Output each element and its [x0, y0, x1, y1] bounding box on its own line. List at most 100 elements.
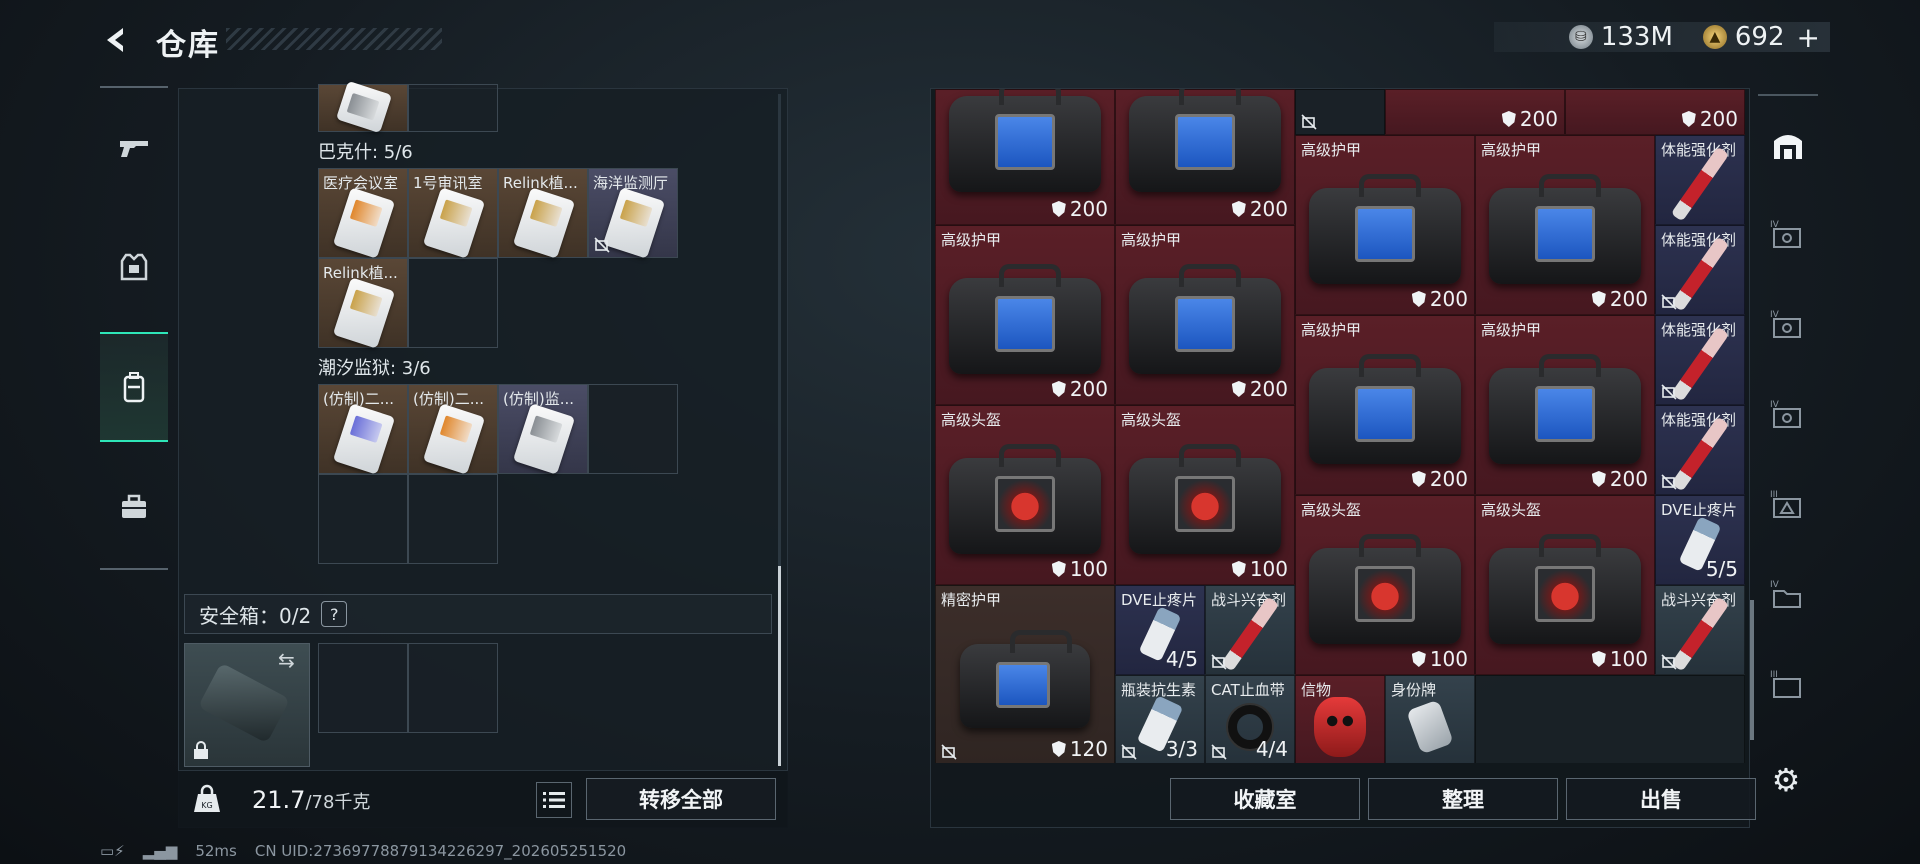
item-slot-stim[interactable]: 体能强化剂 [1655, 315, 1745, 405]
keycard-slot[interactable]: (仿制)二... [408, 384, 498, 475]
folder-icon: IV [1770, 580, 1801, 608]
item-slot-stim[interactable]: 体能强化剂 [1655, 405, 1745, 495]
list-view-button[interactable] [536, 782, 572, 818]
keycard-slot[interactable]: 1号审讯室 [408, 168, 498, 259]
nav-containers[interactable] [100, 332, 168, 442]
battery-icon: ▭⚡ [100, 842, 125, 860]
status-bar: ▭⚡ ▂▄▆ 52ms CN UID:2736977887913422629​7… [100, 842, 626, 860]
gun-icon [120, 141, 148, 157]
weight-icon: KG [194, 784, 220, 812]
empty-slot [318, 474, 408, 564]
item-slot-token[interactable]: 信物 [1295, 675, 1385, 763]
keycard-icon [422, 187, 486, 259]
keycard-slot[interactable]: (仿制)二... [318, 384, 408, 475]
item-slot-armor[interactable]: 高级护甲 200 [1475, 315, 1655, 495]
item-slot-armor[interactable]: 高级护甲 200 [935, 225, 1115, 405]
item-slot-armor[interactable]: 精密护甲 120 [935, 585, 1115, 763]
keycard-slot[interactable]: (仿制)监... [498, 384, 588, 475]
item-slot-armor[interactable]: 高级护甲 200 [1295, 315, 1475, 495]
swap-icon[interactable]: ⇆ [278, 648, 295, 672]
tab-storage-iv-1[interactable]: IV [1758, 190, 1818, 280]
item-slot-helmet[interactable]: 高级头盔 100 [1295, 495, 1475, 675]
keycard-slot[interactable]: 海洋监测厅 [588, 168, 678, 259]
item-slot-dogtag[interactable]: 身份牌 [1385, 675, 1475, 763]
no-trade-icon [1661, 474, 1677, 490]
tab-storage-iii[interactable]: III [1758, 460, 1818, 550]
no-trade-icon [1661, 384, 1677, 400]
nav-items[interactable] [100, 452, 168, 562]
back-button[interactable] [96, 20, 136, 60]
item-slot-armor[interactable]: 高级护甲 200 [1475, 135, 1655, 315]
item-slot-helmet[interactable]: 高级头盔 100 [1115, 405, 1295, 585]
nav-equipment[interactable] [100, 212, 168, 322]
armor-icon [1309, 353, 1461, 464]
armor-icon [1309, 173, 1461, 284]
keycard-slot[interactable]: 医疗会议室 [318, 168, 408, 259]
item-slot-helmet[interactable]: 高级头盔 100 [1475, 495, 1655, 675]
settings-gear-icon[interactable]: ⚙ [1768, 761, 1804, 799]
durability-icon [1411, 651, 1426, 667]
tab-storage-iv-2[interactable]: IV [1758, 280, 1818, 370]
sell-button[interactable]: 出售 [1566, 778, 1756, 820]
item-slot-helmet[interactable]: 高级头盔 100 [935, 405, 1115, 585]
left-scrollbar-thumb[interactable] [778, 566, 781, 766]
durability-icon [1231, 201, 1246, 217]
item-slot-stim[interactable]: 体能强化剂 [1655, 225, 1745, 315]
tab-storage-iii-2[interactable]: III [1758, 640, 1818, 730]
storage-box-icon: IV [1770, 400, 1801, 428]
right-scrollbar[interactable] [1750, 600, 1754, 740]
item-slot-tourniquet[interactable]: CAT止血带 4/4 [1205, 675, 1295, 763]
vest-icon [120, 253, 148, 281]
item-slot-armor[interactable]: 高级护甲 200 [1115, 225, 1295, 405]
keycard-slot[interactable]: Relink植... [498, 168, 588, 259]
empty-slot [408, 258, 498, 348]
tab-warehouse-main[interactable] [1758, 100, 1818, 190]
armor-icon [949, 263, 1101, 374]
add-currency-button[interactable]: + [1797, 21, 1820, 54]
item-slot-armor[interactable]: 200 [1115, 89, 1295, 225]
keycard-slot[interactable] [318, 80, 408, 134]
item-slot-stim[interactable]: 体能强化剂 [1655, 135, 1745, 225]
silver-amount: 133M [1600, 22, 1673, 52]
nav-weapons[interactable] [100, 92, 168, 202]
item-slot-stim[interactable]: 战斗兴奋剂 [1205, 585, 1295, 675]
no-trade-icon [594, 237, 610, 253]
no-trade-icon [1211, 654, 1227, 670]
durability-icon [1411, 291, 1426, 307]
silver-coin-icon: ⛁ [1568, 25, 1593, 49]
backpack-icon [123, 372, 145, 403]
armor-icon [1489, 173, 1641, 284]
transfer-all-button[interactable]: 转移全部 [586, 778, 776, 820]
weight-readout: 21.7/78千克 [252, 786, 371, 814]
safebox-label: 安全箱：0/2 [199, 603, 312, 628]
keycard-slot[interactable]: Relink植... [318, 258, 408, 349]
help-button[interactable]: ? [321, 601, 348, 627]
no-trade-icon [1661, 294, 1677, 310]
armor-icon [960, 629, 1090, 728]
signal-icon: ▂▄▆ [142, 842, 178, 860]
item-slot-armor[interactable]: 200 [935, 89, 1115, 225]
armor-icon [1489, 353, 1641, 464]
item-slot[interactable] [1295, 89, 1385, 135]
safebox-case-icon [197, 662, 291, 744]
sort-button[interactable]: 整理 [1368, 778, 1558, 820]
tab-storage-iv-4[interactable]: IV [1758, 550, 1818, 640]
uid-readout: CN UID:2736977887913422629​7_20260525152… [254, 842, 627, 860]
no-trade-icon [1121, 744, 1137, 760]
collection-room-button[interactable]: 收藏室 [1170, 778, 1360, 820]
item-slot-armor[interactable]: 高级护甲 200 [1295, 135, 1475, 315]
item-slot-antibiotic[interactable]: 瓶装抗生素 3/3 [1115, 675, 1205, 763]
keycard-icon [332, 277, 396, 349]
item-slot-stim[interactable]: 战斗兴奋剂 [1655, 585, 1745, 675]
tab-storage-iv-3[interactable]: IV [1758, 370, 1818, 460]
keycard-icon [422, 403, 486, 475]
item-slot[interactable]: 200 [1565, 89, 1745, 135]
armor-icon [949, 89, 1101, 192]
item-slot[interactable]: 200 [1385, 89, 1565, 135]
item-slot-painkiller[interactable]: DVE止疼片 4/5 [1115, 585, 1205, 675]
helmet-icon [1129, 443, 1281, 554]
item-slot-painkiller[interactable]: DVE止疼片 5/5 [1655, 495, 1745, 585]
left-category-nav [100, 86, 168, 570]
empty-slot [588, 384, 678, 474]
durability-icon [1411, 471, 1426, 487]
